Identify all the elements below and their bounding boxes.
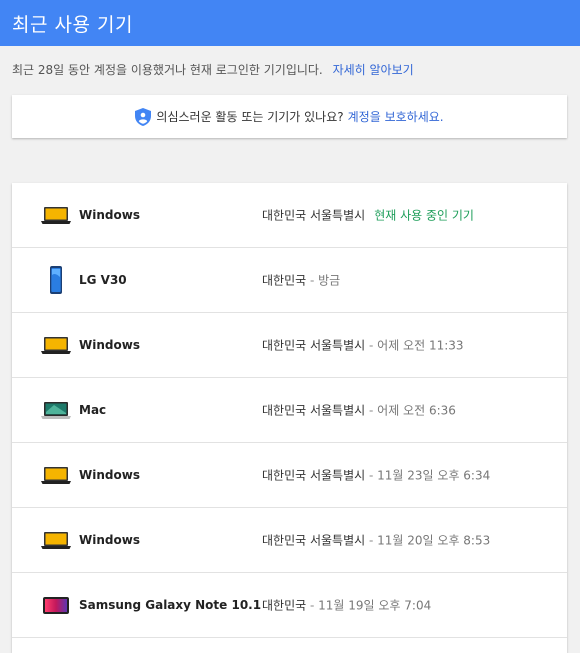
- device-last-active: 방금: [318, 273, 341, 288]
- device-location: 대한민국 서울특별시 - 어제 오전 11:33: [262, 337, 464, 354]
- device-location: 대한민국 - 11월 19일 오후 7:04: [262, 597, 431, 614]
- device-location-text: 대한민국 서울특별시: [262, 208, 366, 223]
- page-title: 최근 사용 기기: [12, 14, 133, 36]
- intro-description: 최근 28일 동안 계정을 이용했거나 현재 로그인한 기기입니다.: [12, 63, 323, 77]
- device-location: 대한민국 서울특별시 - 11월 23일 오후 6:34: [262, 467, 490, 484]
- macbook-icon: [41, 402, 71, 419]
- device-name: Windows: [79, 338, 140, 352]
- device-location: 대한민국 서울특별시 - 11월 20일 오후 8:53: [262, 532, 490, 549]
- phone-icon: [50, 266, 62, 294]
- header-bar: 최근 사용 기기: [0, 0, 580, 46]
- device-location: 대한민국 서울특별시 현재 사용 중인 기기: [262, 207, 474, 224]
- device-row[interactable]: LG V30 대한민국 - 방금: [12, 248, 567, 313]
- device-row[interactable]: Windows 대한민국 서울특별시 현재 사용 중인 기기: [12, 183, 567, 248]
- laptop-icon: [41, 532, 71, 549]
- separator: -: [306, 598, 319, 613]
- laptop-icon: [41, 467, 71, 484]
- device-location: 대한민국 서울특별시 - 어제 오전 6:36: [262, 402, 456, 419]
- device-last-active: 어제 오전 6:36: [377, 403, 456, 418]
- device-list: Windows 대한민국 서울특별시 현재 사용 중인 기기 LG V30 대한민…: [12, 183, 567, 653]
- device-location-text: 대한민국: [262, 598, 307, 613]
- device-location-text: 대한민국: [262, 273, 307, 288]
- security-notice: 의심스러운 활동 또는 기기가 있나요? 계정을 보호하세요.: [12, 95, 567, 138]
- device-name: Windows: [79, 533, 140, 547]
- device-row[interactable]: Windows 대한민국 서울특별시 - 어제 오전 11:33: [12, 313, 567, 378]
- learn-more-link[interactable]: 자세히 알아보기: [333, 63, 414, 77]
- shield-icon: [135, 107, 152, 126]
- current-device-label: 현재 사용 중인 기기: [374, 208, 474, 223]
- device-last-active: 11월 20일 오후 8:53: [377, 533, 491, 548]
- device-last-active: 11월 19일 오후 7:04: [318, 598, 432, 613]
- device-name: Windows: [79, 468, 140, 482]
- separator: -: [365, 533, 378, 548]
- laptop-icon: [41, 337, 71, 354]
- device-last-active: 11월 23일 오후 6:34: [377, 468, 491, 483]
- device-name: LG V30: [79, 273, 127, 287]
- separator: -: [365, 338, 378, 353]
- device-name: Samsung Galaxy Note 10.1: [79, 598, 262, 612]
- device-location-text: 대한민국 서울특별시: [262, 338, 366, 353]
- device-location-text: 대한민국 서울특별시: [262, 468, 366, 483]
- device-location: 대한민국 - 방금: [262, 272, 340, 289]
- device-row[interactable]: Samsung Galaxy Note 10.1 대한민국 - 11월 19일 …: [12, 573, 567, 638]
- device-row[interactable]: Mac 대한민국 서울특별시 - 어제 오전 6:36: [12, 378, 567, 443]
- separator: -: [365, 403, 378, 418]
- laptop-icon: [41, 207, 71, 224]
- device-row[interactable]: Windows 대한민국 서울특별시 - 11월 20일 오후 8:53: [12, 508, 567, 573]
- intro-text: 최근 28일 동안 계정을 이용했거나 현재 로그인한 기기입니다. 자세히 알…: [12, 61, 568, 78]
- device-name: Mac: [79, 403, 107, 417]
- secure-account-link[interactable]: 계정을 보호하세요.: [348, 108, 444, 125]
- device-name: Windows: [79, 208, 140, 222]
- device-location-text: 대한민국 서울특별시: [262, 533, 366, 548]
- notice-text: 의심스러운 활동 또는 기기가 있나요?: [156, 110, 344, 124]
- tablet-icon: [43, 597, 69, 614]
- device-last-active: 어제 오전 11:33: [377, 338, 464, 353]
- separator: -: [306, 273, 319, 288]
- device-location-text: 대한민국 서울특별시: [262, 403, 366, 418]
- separator: -: [365, 468, 378, 483]
- device-row[interactable]: Windows 대한민국 서울특별시 - 11월 23일 오후 6:34: [12, 443, 567, 508]
